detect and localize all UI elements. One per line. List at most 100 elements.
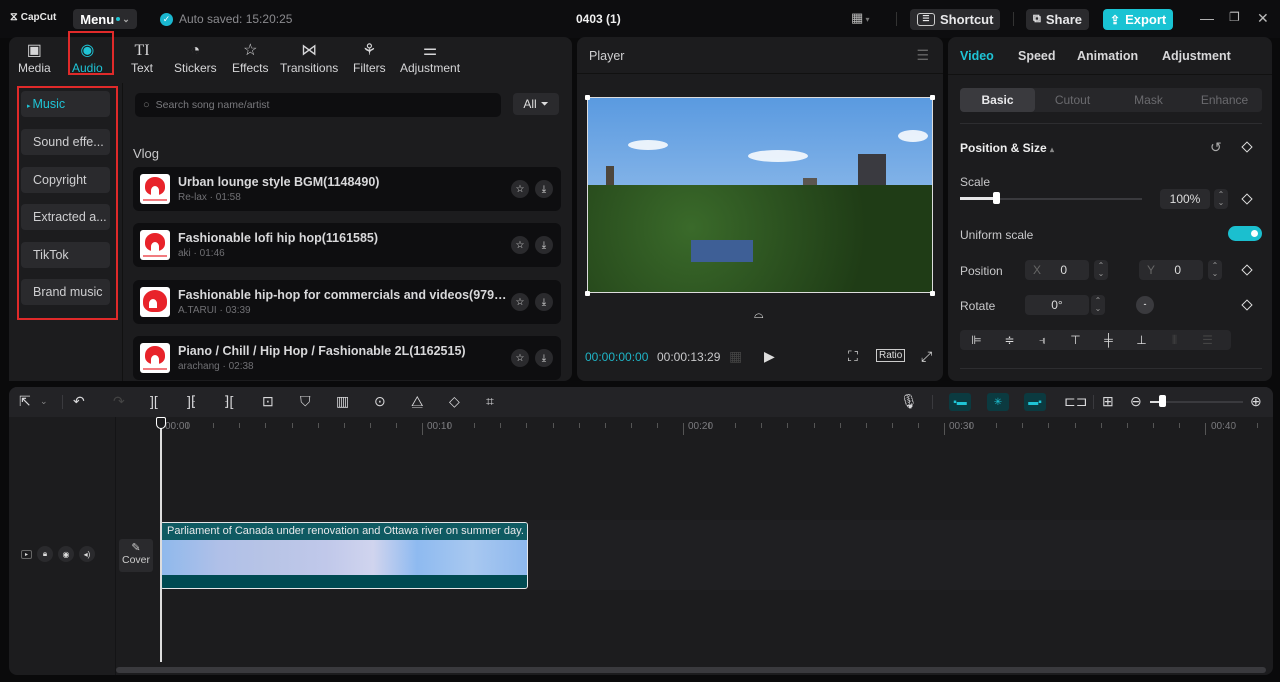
timeline-ruler[interactable]: 00:00 00:10 00:20 00:30 00:40	[115, 417, 1273, 437]
rotate-input[interactable]: 0°	[1025, 295, 1089, 315]
align-left-icon[interactable]: ⊫	[960, 333, 993, 347]
marker-icon[interactable]: ⛉	[300, 393, 311, 410]
mirror-icon[interactable]: ⧋	[411, 393, 424, 410]
restore-icon[interactable]: ❐	[1229, 10, 1240, 24]
layout-button[interactable]: ▦ ▾	[851, 10, 870, 26]
chevron-down-icon[interactable]: ⌄	[40, 396, 48, 407]
track-item[interactable]: Fashionable hip-hop for commercials and …	[133, 280, 561, 324]
sub-tab-cutout[interactable]: Cutout	[1035, 88, 1110, 112]
split-right-icon[interactable]: ⁆[	[224, 393, 233, 410]
section-header[interactable]: Position & Size ▴	[960, 141, 1054, 155]
microphone-icon[interactable]: 🎙	[900, 393, 918, 410]
download-icon[interactable]: ⤓	[535, 293, 553, 311]
player-menu-icon[interactable]: ☰	[916, 47, 929, 64]
align-center-v-icon[interactable]: ╪	[1092, 333, 1125, 347]
download-icon[interactable]: ⤓	[535, 236, 553, 254]
scale-slider-knob[interactable]	[993, 192, 1000, 204]
close-icon[interactable]: ✕	[1257, 10, 1269, 27]
download-icon[interactable]: ⤓	[535, 349, 553, 367]
position-x-input[interactable]: X 0	[1025, 260, 1089, 280]
linkage-icon[interactable]: ▬▪	[1024, 393, 1046, 411]
sub-tab-basic[interactable]: Basic	[960, 88, 1035, 112]
reverse-icon[interactable]: ⊙	[374, 393, 386, 410]
zoom-fit-icon[interactable]: ⛶	[848, 348, 858, 365]
timeline-horizontal-scrollbar[interactable]	[116, 667, 1266, 673]
favorite-star-icon[interactable]: ☆	[511, 293, 529, 311]
tool-adjustment[interactable]: ⚌ Adjustment	[400, 41, 460, 75]
menu-button[interactable]: Menu ⌄	[73, 9, 137, 29]
favorite-star-icon[interactable]: ☆	[511, 236, 529, 254]
uniform-scale-toggle[interactable]	[1228, 226, 1262, 241]
rotate-stepper[interactable]: ⌃ ⌄	[1091, 295, 1105, 315]
align-right-icon[interactable]: ⫣	[1026, 333, 1059, 348]
track-item[interactable]: Fashionable lofi hip hop(1161585) aki · …	[133, 223, 561, 267]
export-button[interactable]: ⇪ Export	[1103, 9, 1174, 30]
tab-speed[interactable]: Speed	[1018, 49, 1056, 63]
auto-snap-icon[interactable]: ✳	[987, 393, 1009, 411]
ratio-button[interactable]: Ratio	[876, 349, 906, 362]
fullscreen-icon[interactable]: ⤢	[921, 348, 932, 365]
keyframe-icon[interactable]	[1241, 141, 1253, 153]
play-button[interactable]: ▶	[764, 348, 775, 365]
tool-transitions[interactable]: ⋈ Transitions	[280, 41, 338, 75]
video-preview[interactable]	[587, 97, 933, 293]
tool-effects[interactable]: ☆ Effects	[232, 41, 268, 75]
split-left-icon[interactable]: ]⁅	[187, 393, 196, 410]
distribute-v-icon[interactable]: ☰	[1191, 333, 1224, 347]
position-y-stepper[interactable]: ⌃ ⌄	[1208, 260, 1222, 280]
sub-tab-enhance[interactable]: Enhance	[1187, 88, 1262, 112]
playhead-line[interactable]	[160, 419, 162, 662]
rotate-handle-icon[interactable]: ⌓	[754, 307, 764, 322]
cover-button[interactable]: ✎ Cover	[119, 539, 153, 572]
share-button[interactable]: ⧉ Share	[1026, 9, 1089, 30]
zoom-in-icon[interactable]: ⊕	[1250, 393, 1262, 410]
tool-text[interactable]: TI Text	[131, 41, 153, 75]
freeze-icon[interactable]: ▥	[336, 393, 349, 410]
download-icon[interactable]: ⤓	[535, 180, 553, 198]
track-item[interactable]: Urban lounge style BGM(1148490) Re-lax ·…	[133, 167, 561, 211]
distribute-h-icon[interactable]: ⫴	[1158, 333, 1191, 348]
undo-icon[interactable]: ↶	[73, 393, 85, 410]
zoom-out-icon[interactable]: ⊖	[1130, 393, 1142, 410]
keyframe-icon[interactable]	[1241, 193, 1253, 205]
shortcut-button[interactable]: ☰ Shortcut	[910, 9, 1001, 30]
reset-icon[interactable]: ↺	[1210, 139, 1222, 156]
crop-icon[interactable]: ⌗	[486, 393, 494, 410]
minimize-icon[interactable]: —	[1200, 10, 1214, 26]
split-icon[interactable]: ][	[150, 393, 158, 409]
rotate-dial[interactable]: -	[1136, 296, 1154, 314]
timeline-zoom-knob[interactable]	[1159, 395, 1166, 407]
rotate-icon[interactable]: ◇	[449, 393, 460, 410]
visibility-eye-icon[interactable]: ◉	[58, 546, 74, 562]
main-track-magnet-icon[interactable]: ▪▬	[949, 393, 971, 411]
tab-video[interactable]: Video	[960, 49, 994, 63]
align-top-icon[interactable]: ⊤	[1059, 333, 1092, 347]
favorite-star-icon[interactable]: ☆	[511, 180, 529, 198]
track-item[interactable]: Piano / Chill / Hip Hop / Fashionable 2L…	[133, 336, 561, 380]
scale-input[interactable]: 100%	[1160, 189, 1210, 209]
tool-stickers[interactable]: ◔ Stickers	[174, 41, 217, 75]
delete-icon[interactable]: ⊡	[262, 393, 274, 410]
sub-tab-mask[interactable]: Mask	[1111, 88, 1186, 112]
playhead-handle[interactable]	[156, 417, 166, 429]
song-search-input[interactable]: ○ Search song name/artist	[135, 93, 501, 117]
scale-stepper[interactable]: ⌃ ⌄	[1214, 189, 1228, 209]
zoom-to-fit-icon[interactable]: ⊞	[1102, 393, 1114, 410]
select-tool-icon[interactable]: ⇱	[19, 393, 31, 410]
keyframe-icon[interactable]	[1241, 299, 1253, 311]
favorite-star-icon[interactable]: ☆	[511, 349, 529, 367]
position-y-input[interactable]: Y 0	[1139, 260, 1203, 280]
tool-filters[interactable]: ⚘ Filters	[353, 41, 386, 75]
align-bottom-icon[interactable]: ⊥	[1125, 333, 1158, 347]
redo-icon[interactable]: ↷	[113, 393, 125, 410]
tab-animation[interactable]: Animation	[1077, 49, 1138, 63]
lock-icon[interactable]: 🔒︎	[37, 546, 53, 562]
tab-adjustment[interactable]: Adjustment	[1162, 49, 1231, 63]
position-x-stepper[interactable]: ⌃ ⌄	[1094, 260, 1108, 280]
preview-axis-icon[interactable]: ⊏⊐	[1064, 393, 1087, 410]
video-clip[interactable]: Parliament of Canada under renovation an…	[160, 522, 528, 589]
mute-audio-icon[interactable]: ◂)	[79, 546, 95, 562]
filter-button[interactable]: All ⏷	[513, 93, 559, 115]
tool-media[interactable]: ▣ Media	[18, 41, 51, 75]
align-center-h-icon[interactable]: ≑	[993, 333, 1026, 347]
